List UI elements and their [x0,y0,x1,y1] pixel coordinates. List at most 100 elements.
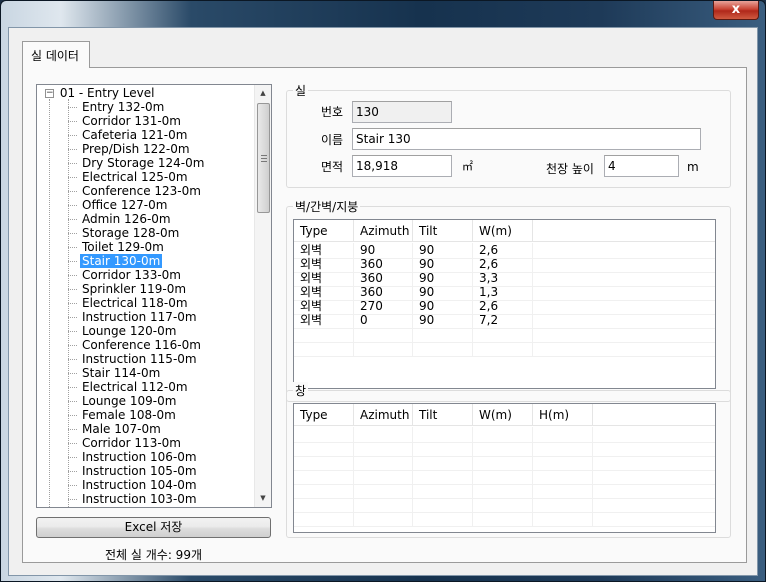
room-group-title: 실 [293,82,309,99]
close-button[interactable]: x [713,1,759,20]
tree-item[interactable]: Prep/Dish 122-0m [68,142,192,156]
tree-connector [68,317,77,318]
tree-item-label: Storage 128-0m [82,226,180,240]
table-cell [354,341,413,357]
tree-item-label: Instruction 117-0m [82,310,197,324]
tree-item-label: Male 107-0m [82,422,161,436]
tree-item[interactable]: Entry 132-0m [68,100,166,114]
tree-item[interactable]: Dry Storage 124-0m [68,156,206,170]
tree-item[interactable]: Instruction 105-0m [68,464,199,478]
title-bar[interactable]: x [1,1,765,27]
tree-connector [68,275,77,276]
walls-table[interactable]: Type Azimuth Tilt W(m) 외벽 90 90 2,6 외벽 360 90 2,6 외벽… [293,219,716,389]
tree-connector [68,485,77,486]
scroll-down-icon[interactable]: ▼ [255,490,271,507]
tree-item-label: Office 127-0m [82,198,168,212]
tree-connector [68,331,77,332]
tree-connector [68,373,77,374]
tree-connector [68,177,77,178]
number-field[interactable]: 130 [352,101,452,123]
tree-connector [68,443,77,444]
tree-item[interactable]: Corridor 131-0m [68,114,183,128]
column-header[interactable]: Tilt [413,220,473,242]
tree-item[interactable]: Office 127-0m [68,198,169,212]
tree-connector [68,415,77,416]
tree-scrollbar[interactable]: ▲ ▼ [254,85,271,507]
tree-connector [68,429,77,430]
tree-item[interactable]: Instruction 106-0m [68,450,199,464]
tree-item-label: Lounge 120-0m [82,324,177,338]
tree-item[interactable]: Lounge 120-0m [68,324,178,338]
area-label: 면적 [321,160,344,174]
tree-item-label: Corridor 131-0m [82,114,181,128]
tree-item-label: Dry Storage 124-0m [82,156,205,170]
walls-group: 벽/간벽/지붕 Type Azimuth Tilt W(m) 외벽 90 90 2,6 외벽 36… [286,198,731,402]
column-header[interactable]: W(m) [473,404,533,426]
ceiling-height-field[interactable]: 4 [604,155,679,177]
tree-item[interactable]: Electrical 125-0m [68,170,190,184]
tree-item[interactable]: Lounge 109-0m [68,394,178,408]
tab-label: 실 데이터 [31,49,79,63]
name-field[interactable]: Stair 130 [352,128,701,150]
tree-item[interactable]: Conference 123-0m [68,184,203,198]
column-header[interactable]: Tilt [413,404,473,426]
tree-item-label: Corridor 133-0m [82,268,181,282]
column-header[interactable]: Type [294,404,354,426]
tree-item[interactable]: Male 107-0m [68,422,163,436]
tree-connector [68,303,77,304]
tree-connector [68,121,77,122]
tree-item[interactable]: Toilet 129-0m [68,240,166,254]
tree-item[interactable]: Corridor 113-0m [68,436,183,450]
table-header: Type Azimuth Tilt W(m) H(m) [294,404,715,426]
tree-item[interactable]: Instruction 115-0m [68,352,199,366]
tree-item[interactable]: Instruction 104-0m [68,478,199,492]
tree-item[interactable]: Corridor 133-0m [68,268,183,282]
tree-item[interactable]: Instruction 117-0m [68,310,199,324]
tree-item-label: Electrical 118-0m [82,296,188,310]
windows-group-title: 창 [293,382,309,399]
tree-item[interactable]: Electrical 112-0m [68,380,190,394]
scroll-up-icon[interactable]: ▲ [255,85,271,102]
tree-item[interactable]: Sprinkler 119-0m [68,282,188,296]
tree-item[interactable]: Admin 126-0m [68,212,173,226]
tree-connector [68,345,77,346]
tree-item[interactable]: Stair 114-0m [68,366,162,380]
scroll-thumb[interactable] [257,103,270,213]
tree-item[interactable]: Conference 116-0m [68,338,203,352]
tree-connector [68,149,77,150]
tree-item-label: Instruction 103-0m [82,492,197,506]
walls-group-title: 벽/간벽/지붕 [293,198,361,215]
tree-item[interactable]: Electrical 118-0m [68,296,190,310]
tree-item-label: Instruction 105-0m [82,464,197,478]
tab-panel: − 01 - Entry Level Entry 132-0m Corridor … [22,67,747,563]
tree-item-label: Admin 126-0m [82,212,171,226]
column-header[interactable]: W(m) [473,220,533,242]
tree-node-root[interactable]: − 01 - Entry Level [45,86,154,100]
dialog-window: x 실 데이터 − 01 - Entry Level Entry 132-0m C… [0,0,766,582]
excel-save-button[interactable]: Excel 저장 [36,517,271,538]
room-tree[interactable]: − 01 - Entry Level Entry 132-0m Corridor … [36,84,272,508]
collapse-icon[interactable]: − [45,89,54,98]
tree-connector [68,163,77,164]
column-header[interactable]: Type [294,220,354,242]
column-header[interactable]: H(m) [533,404,593,426]
tree-item[interactable]: Cafeteria 121-0m [68,128,189,142]
tree-item[interactable]: Female 108-0m [68,408,178,422]
tree-item-label: Instruction 115-0m [82,352,197,366]
windows-table[interactable]: Type Azimuth Tilt W(m) H(m) [293,403,716,533]
area-field[interactable]: 18,918 [352,155,452,177]
tree-item-label: Cafeteria 121-0m [82,128,188,142]
column-header[interactable]: Azimuth [354,220,413,242]
tree-item-label: Conference 123-0m [82,184,201,198]
tab-room-data[interactable]: 실 데이터 [22,41,90,68]
tree-item[interactable]: Stair 130-0m [68,254,163,268]
room-group: 실 번호 130 이름 Stair 130 면적 18,918 ㎡ 천장 높이 … [286,82,731,188]
tree-item-label: Sprinkler 119-0m [82,282,187,296]
tree-item[interactable]: Instruction 103-0m [68,492,199,506]
table-header: Type Azimuth Tilt W(m) [294,220,715,242]
tree-item-label: Corridor 113-0m [82,436,181,450]
tree-item-label: Electrical 125-0m [82,170,188,184]
column-header[interactable]: Azimuth [354,404,413,426]
tree-item[interactable]: Storage 128-0m [68,226,181,240]
tree-line [49,99,50,507]
